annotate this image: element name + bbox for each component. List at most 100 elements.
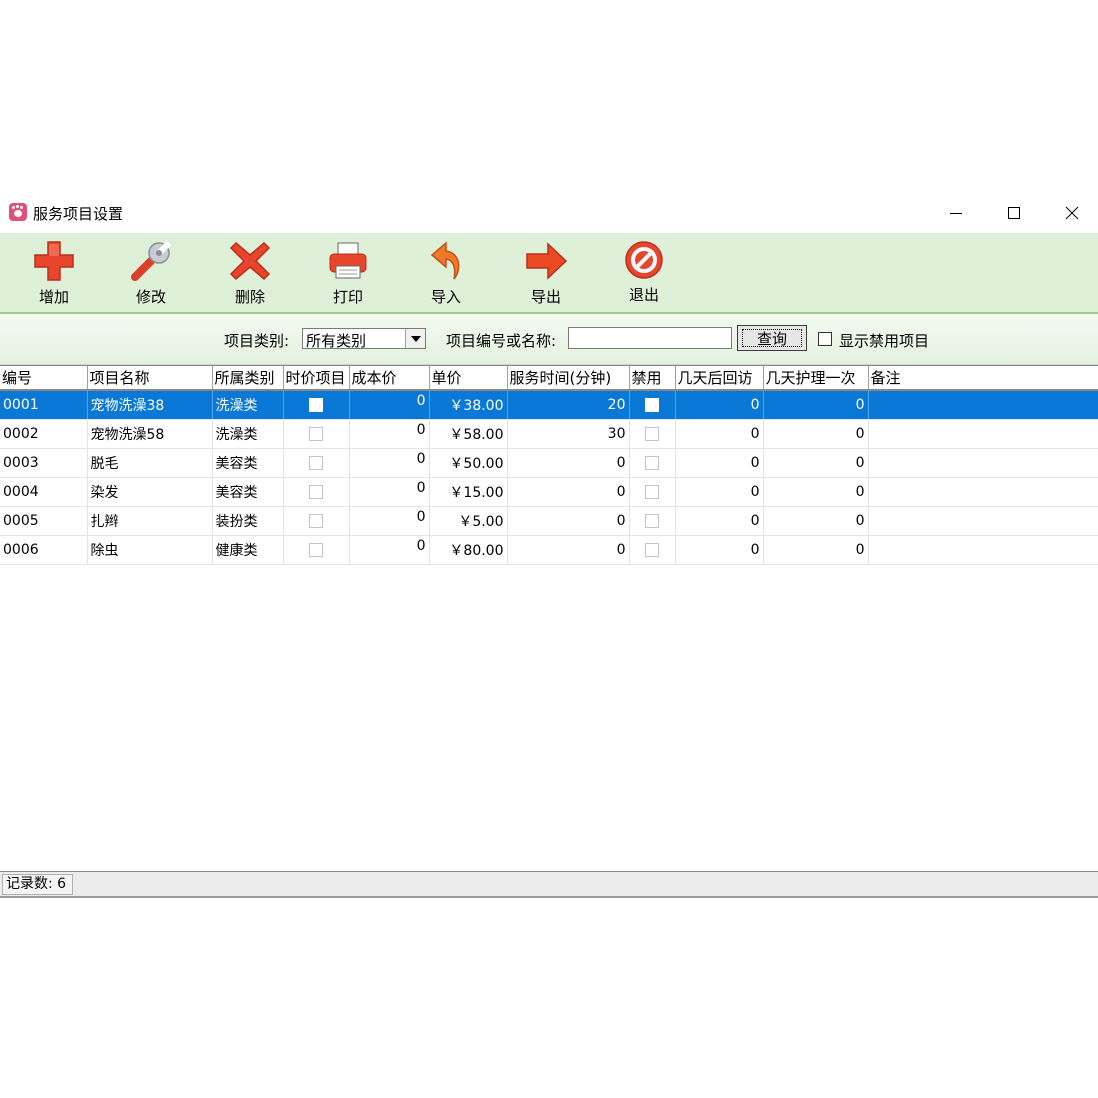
minimize-icon — [950, 213, 962, 214]
import-label: 导入 — [430, 288, 461, 306]
table-cell — [868, 419, 1098, 449]
table-row[interactable]: 0002 宠物洗澡58 洗澡类 0 ￥58.00 30 0 0 — [0, 419, 1098, 449]
delete-label: 删除 — [234, 288, 265, 306]
edit-label: 修改 — [135, 288, 166, 306]
table-cell: 0 — [763, 448, 869, 478]
table-cell: 0 — [349, 448, 430, 478]
column-header[interactable]: 项目名称 — [87, 366, 213, 391]
disabled-checkbox[interactable] — [645, 485, 659, 499]
export-arrow-icon — [526, 242, 568, 280]
column-header[interactable]: 单价 — [429, 366, 508, 391]
column-header[interactable]: 所属类别 — [212, 366, 284, 391]
edit-button[interactable]: 修改 — [116, 239, 186, 309]
column-header[interactable]: 备注 — [868, 366, 1098, 391]
table-cell: 0 — [763, 535, 869, 565]
table-cell: 洗澡类 — [212, 419, 284, 449]
table-cell — [629, 535, 676, 565]
disabled-checkbox[interactable] — [645, 456, 659, 470]
service-item-settings-window: 服务项目设置 增加 修改 删除 打印 导入 导出 退出 项目类别: 所有类别 项… — [0, 196, 1098, 900]
exit-button[interactable]: 退出 — [609, 239, 679, 309]
show-disabled-checkbox[interactable] — [818, 332, 832, 346]
disabled-checkbox[interactable] — [645, 543, 659, 557]
table-row[interactable]: 0006 除虫 健康类 0 ￥80.00 0 0 0 — [0, 535, 1098, 565]
minimize-button[interactable] — [927, 196, 985, 230]
column-header[interactable]: 成本价 — [349, 366, 430, 391]
table-cell: 0 — [349, 506, 430, 536]
table-row[interactable]: 0003 脱毛 美容类 0 ￥50.00 0 0 0 — [0, 448, 1098, 478]
column-header[interactable]: 服务时间(分钟) — [507, 366, 630, 391]
query-button-label: 查询 — [742, 329, 802, 348]
table-cell: 0003 — [0, 448, 88, 478]
filter-bar: 项目类别: 所有类别 项目编号或名称: 查询 显示禁用项目 — [0, 314, 1098, 365]
category-select-value: 所有类别 — [306, 332, 367, 350]
show-disabled-label: 显示禁用项目 — [839, 332, 930, 350]
table-row[interactable]: 0005 扎辫 装扮类 0 ￥5.00 0 0 0 — [0, 506, 1098, 536]
table-cell: 脱毛 — [87, 448, 213, 478]
table-cell — [629, 477, 676, 507]
table-cell: 0 — [675, 419, 764, 449]
chevron-down-icon[interactable] — [405, 329, 425, 348]
column-header[interactable]: 禁用 — [629, 366, 676, 391]
table-cell: 健康类 — [212, 535, 284, 565]
add-button[interactable]: 增加 — [19, 239, 89, 309]
close-icon — [1065, 206, 1079, 220]
table-cell: 0 — [349, 535, 430, 565]
export-button[interactable]: 导出 — [511, 239, 581, 309]
table-cell — [283, 390, 350, 420]
time-price-checkbox[interactable] — [309, 485, 323, 499]
table-cell — [283, 448, 350, 478]
table-cell: 染发 — [87, 477, 213, 507]
export-label: 导出 — [530, 288, 561, 306]
table-cell — [868, 477, 1098, 507]
category-select[interactable]: 所有类别 — [302, 328, 426, 350]
column-header[interactable]: 几天护理一次 — [763, 366, 869, 391]
table-cell — [283, 506, 350, 536]
disabled-checkbox[interactable] — [645, 427, 659, 441]
service-items-table: 编号 项目名称 所属类别 时价项目 成本价 单价 服务时间(分钟) 禁用 几天后回访 几天护理一次… — [0, 365, 1098, 872]
table-cell: 0 — [349, 419, 430, 449]
disabled-checkbox[interactable] — [645, 514, 659, 528]
time-price-checkbox[interactable] — [309, 398, 323, 412]
table-cell: 0 — [763, 390, 869, 420]
close-button[interactable] — [1043, 196, 1098, 230]
delete-button[interactable]: 删除 — [215, 239, 285, 309]
status-bar: 记录数: 6 — [0, 872, 1098, 898]
toolbar: 增加 修改 删除 打印 导入 导出 退出 — [0, 233, 1098, 314]
table-row[interactable]: 0001 宠物洗澡38 洗澡类 0 ￥38.00 20 0 0 — [0, 390, 1098, 420]
wrench-icon — [131, 240, 172, 281]
print-button[interactable]: 打印 — [313, 239, 383, 309]
table-cell: 宠物洗澡58 — [87, 419, 213, 449]
table-cell: 0 — [675, 390, 764, 420]
import-button[interactable]: 导入 — [411, 239, 481, 309]
time-price-checkbox[interactable] — [309, 456, 323, 470]
table-cell — [283, 477, 350, 507]
maximize-button[interactable] — [985, 196, 1043, 230]
table-cell: 0 — [507, 477, 630, 507]
table-cell: 0 — [675, 477, 764, 507]
query-button[interactable]: 查询 — [737, 325, 807, 351]
column-header[interactable]: 时价项目 — [283, 366, 350, 391]
time-price-checkbox[interactable] — [309, 514, 323, 528]
table-cell — [629, 419, 676, 449]
table-cell — [868, 448, 1098, 478]
table-cell — [283, 419, 350, 449]
table-cell: 0 — [349, 477, 430, 507]
column-header[interactable]: 几天后回访 — [675, 366, 764, 391]
table-header: 编号 项目名称 所属类别 时价项目 成本价 单价 服务时间(分钟) 禁用 几天后回访 几天护理一次… — [0, 366, 1098, 391]
table-cell: 0 — [675, 506, 764, 536]
window-title: 服务项目设置 — [33, 205, 124, 223]
time-price-checkbox[interactable] — [309, 427, 323, 441]
table-cell — [629, 390, 676, 420]
search-label: 项目编号或名称: — [446, 332, 557, 350]
column-header[interactable]: 编号 — [0, 366, 88, 391]
exit-label: 退出 — [628, 286, 659, 304]
table-cell: 除虫 — [87, 535, 213, 565]
time-price-checkbox[interactable] — [309, 543, 323, 557]
table-cell: ￥58.00 — [429, 419, 508, 449]
search-input[interactable] — [568, 327, 732, 349]
table-cell: 30 — [507, 419, 630, 449]
table-row[interactable]: 0004 染发 美容类 0 ￥15.00 0 0 0 — [0, 477, 1098, 507]
disabled-checkbox[interactable] — [645, 398, 659, 412]
table-cell — [868, 535, 1098, 565]
table-cell: 0006 — [0, 535, 88, 565]
